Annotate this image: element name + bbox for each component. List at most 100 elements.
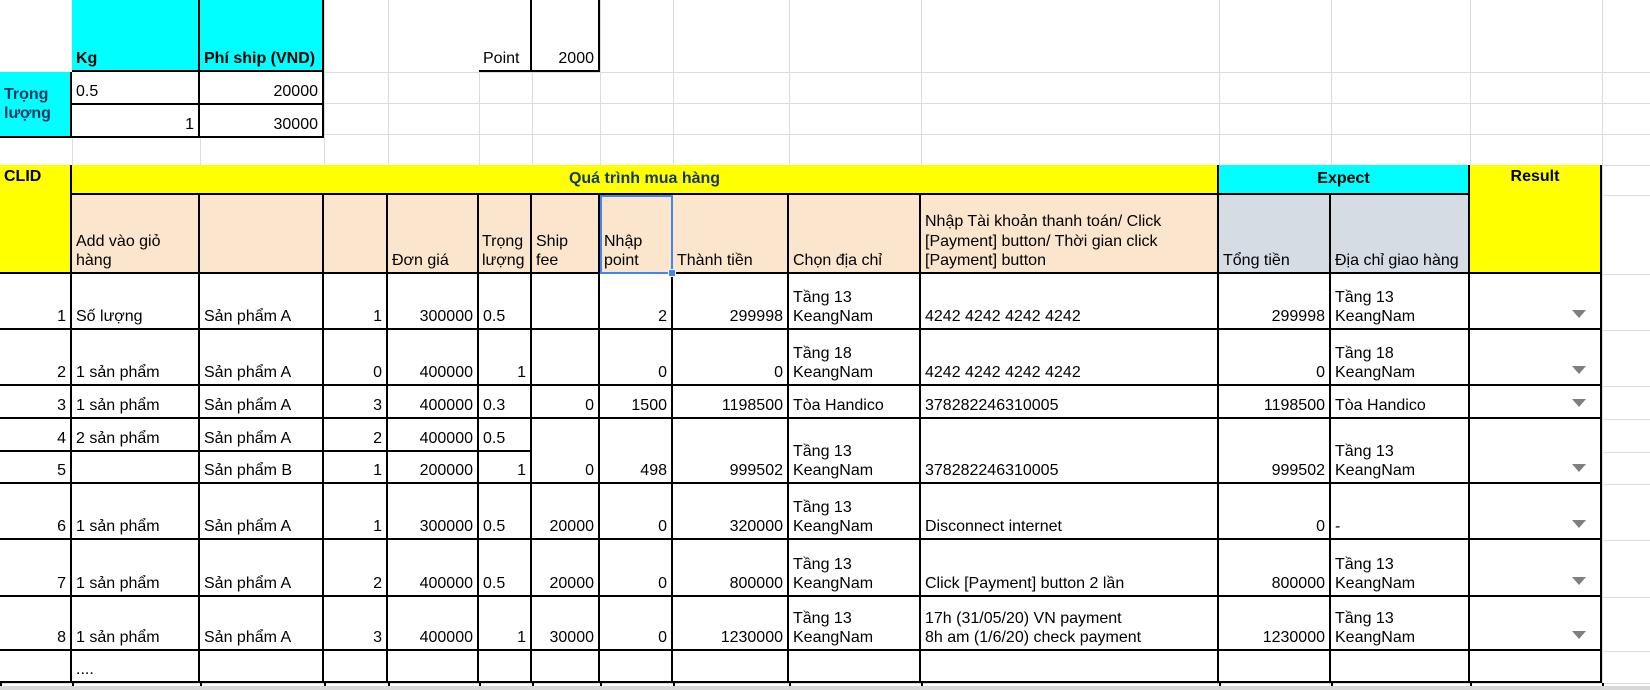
product-cell[interactable]: Sản phẩm A (200, 419, 324, 452)
payment-cell[interactable]: Click [Payment] button 2 lần (921, 540, 1219, 597)
add-to-cart-cell[interactable]: 1 sản phẩm (72, 330, 200, 386)
row-number-cell[interactable]: 4 (0, 419, 72, 452)
row-number-cell[interactable]: 7 (0, 540, 72, 597)
empty-cell[interactable] (200, 651, 324, 683)
add-to-cart-cell[interactable]: Số lượng (72, 274, 200, 330)
weight-cell[interactable]: 0.5 (479, 484, 532, 540)
payment-cell[interactable]: 17h (31/05/20) VN payment 8h am (1/6/20)… (921, 597, 1219, 651)
weight-1-fee-cell[interactable]: 30000 (200, 105, 324, 138)
subheader-choose-address[interactable]: Chọn địa chỉ (789, 195, 921, 274)
result-dropdown-cell[interactable] (1470, 540, 1602, 597)
add-to-cart-cell[interactable]: 1 sản phẩm (72, 597, 200, 651)
empty-cell[interactable] (1470, 651, 1602, 683)
empty-cell[interactable] (1219, 651, 1331, 683)
product-cell[interactable]: Sản phẩm A (200, 386, 324, 419)
dropdown-arrow-icon[interactable] (1572, 577, 1586, 585)
point-cell[interactable]: 0 (600, 540, 673, 597)
delivery-address-cell[interactable]: Tầng 13 KeangNam (1331, 597, 1470, 651)
qty-cell[interactable]: 3 (324, 386, 388, 419)
point-cell[interactable]: 0 (600, 484, 673, 540)
subheader-payment[interactable]: Nhập Tài khoản thanh toán/ Click [Paymen… (921, 195, 1219, 274)
payment-cell[interactable]: 378282246310005 (921, 386, 1219, 419)
add-to-cart-cell[interactable]: 1 sản phẩm (72, 540, 200, 597)
choose-address-cell[interactable]: Tầng 13 KeangNam (789, 597, 921, 651)
weight-cell[interactable]: 0.5 (479, 419, 532, 452)
expect-total-cell[interactable]: 0 (1219, 484, 1331, 540)
subheader-amount[interactable]: Thành tiền (673, 195, 789, 274)
ship-fee-vnd-header-cell[interactable]: Phí ship (VND) (200, 0, 324, 72)
ship-fee-cell[interactable]: 0 (532, 419, 600, 484)
weight-cell[interactable]: 1 (479, 597, 532, 651)
point-cell[interactable]: 0 (600, 597, 673, 651)
expect-total-cell[interactable]: 1230000 (1219, 597, 1331, 651)
unit-price-cell[interactable]: 400000 (388, 540, 479, 597)
ship-fee-cell[interactable]: 0 (532, 386, 600, 419)
amount-cell[interactable]: 1230000 (673, 597, 789, 651)
fill-handle[interactable] (668, 269, 676, 277)
result-dropdown-cell[interactable] (1470, 274, 1602, 330)
weight-cell[interactable]: 0.5 (479, 274, 532, 330)
result-header-cell[interactable]: Result (1470, 165, 1602, 274)
add-to-cart-cell[interactable]: 2 sản phẩm (72, 419, 200, 452)
product-cell[interactable]: Sản phẩm A (200, 274, 324, 330)
subheader-blank-product[interactable] (200, 195, 324, 274)
weight-0-fee-cell[interactable]: 20000 (200, 72, 324, 105)
point-cell[interactable]: 2 (600, 274, 673, 330)
choose-address-cell[interactable]: Tầng 13 KeangNam (789, 484, 921, 540)
amount-cell[interactable]: 999502 (673, 419, 789, 484)
subheader-delivery-address[interactable]: Địa chỉ giao hàng (1331, 195, 1470, 274)
choose-address-cell[interactable]: Tầng 13 KeangNam (789, 540, 921, 597)
product-cell[interactable]: Sản phẩm A (200, 330, 324, 386)
unit-price-cell[interactable]: 400000 (388, 330, 479, 386)
payment-cell[interactable]: Disconnect internet (921, 484, 1219, 540)
unit-price-cell[interactable]: 300000 (388, 484, 479, 540)
weight-row-label-cell[interactable]: Trọng lượng (0, 72, 72, 138)
unit-price-cell[interactable]: 300000 (388, 274, 479, 330)
dropdown-arrow-icon[interactable] (1572, 520, 1586, 528)
empty-cell[interactable] (1331, 651, 1470, 683)
weight-cell[interactable]: 1 (479, 330, 532, 386)
empty-cell[interactable] (0, 651, 72, 683)
result-dropdown-cell[interactable] (1470, 419, 1602, 484)
product-cell[interactable]: Sản phẩm B (200, 452, 324, 484)
product-cell[interactable]: Sản phẩm A (200, 540, 324, 597)
subheader-blank-qty[interactable] (324, 195, 388, 274)
point-cell[interactable]: 1500 (600, 386, 673, 419)
row-number-cell[interactable]: 5 (0, 452, 72, 484)
expect-total-cell[interactable]: 999502 (1219, 419, 1331, 484)
result-dropdown-cell[interactable] (1470, 597, 1602, 651)
empty-cell[interactable] (324, 651, 388, 683)
row-number-cell[interactable]: 6 (0, 484, 72, 540)
weight-0-kg-cell[interactable]: 0.5 (72, 72, 200, 105)
unit-price-cell[interactable]: 400000 (388, 386, 479, 419)
expect-header-cell[interactable]: Expect (1219, 165, 1470, 195)
empty-cell[interactable] (600, 651, 673, 683)
empty-cell[interactable] (673, 651, 789, 683)
expect-total-cell[interactable]: 1198500 (1219, 386, 1331, 419)
amount-cell[interactable]: 1198500 (673, 386, 789, 419)
ship-fee-cell[interactable] (532, 330, 600, 386)
weight-1-kg-cell[interactable]: 1 (72, 105, 200, 138)
empty-cell[interactable] (479, 651, 532, 683)
qty-cell[interactable]: 0 (324, 330, 388, 386)
payment-cell[interactable]: 4242 4242 4242 4242 (921, 330, 1219, 386)
empty-cell[interactable] (388, 651, 479, 683)
amount-cell[interactable]: 320000 (673, 484, 789, 540)
choose-address-cell[interactable]: Tầng 18 KeangNam (789, 330, 921, 386)
subheader-expect-total[interactable]: Tổng tiền (1219, 195, 1331, 274)
delivery-address-cell[interactable]: Tầng 13 KeangNam (1331, 419, 1470, 484)
ship-fee-cell[interactable]: 30000 (532, 597, 600, 651)
expect-total-cell[interactable]: 0 (1219, 330, 1331, 386)
empty-cell[interactable] (532, 651, 600, 683)
qty-cell[interactable]: 3 (324, 597, 388, 651)
process-header-cell[interactable]: Quá trình mua hàng (72, 165, 1219, 195)
clid-header-cell[interactable]: CLID (0, 165, 72, 274)
row-number-cell[interactable]: 8 (0, 597, 72, 651)
dropdown-arrow-icon[interactable] (1572, 310, 1586, 318)
delivery-address-cell[interactable]: - (1331, 484, 1470, 540)
empty-cell[interactable] (921, 651, 1219, 683)
result-dropdown-cell[interactable] (1470, 330, 1602, 386)
dropdown-arrow-icon[interactable] (1572, 631, 1586, 639)
weight-cell[interactable]: 1 (479, 452, 532, 484)
result-dropdown-cell[interactable] (1470, 386, 1602, 419)
